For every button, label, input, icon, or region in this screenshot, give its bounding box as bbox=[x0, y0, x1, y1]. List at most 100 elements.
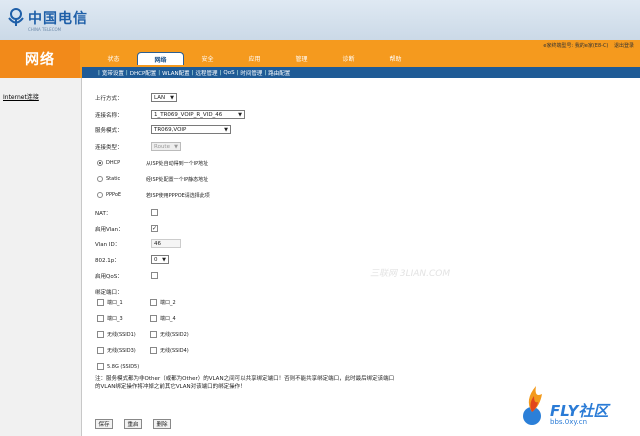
section-title: 网络 bbox=[0, 40, 80, 78]
mode-static-row: Static 经ISP处配置一个IP静态地址 bbox=[97, 174, 208, 184]
qos-row: 启用QoS： bbox=[95, 270, 158, 281]
port-3-item: 端口_3 bbox=[97, 315, 123, 322]
dot1p-select[interactable]: 0 ▼ bbox=[151, 255, 169, 264]
subnav-wlan[interactable]: WLAN配置 bbox=[162, 69, 190, 77]
port-4-checkbox[interactable] bbox=[150, 315, 157, 322]
china-telecom-logo-icon bbox=[8, 8, 24, 26]
port-2-checkbox[interactable] bbox=[150, 299, 157, 306]
center-watermark: 三联网 3LIAN.COM bbox=[370, 269, 451, 279]
service-select[interactable]: TR069,VOIP ▼ bbox=[151, 125, 231, 134]
reboot-button[interactable]: 重启 bbox=[124, 419, 142, 429]
qos-checkbox[interactable] bbox=[151, 272, 158, 279]
ssid4-checkbox[interactable] bbox=[150, 347, 157, 354]
pppoe-desc: 若ISP使用PPPOE请选择此项 bbox=[146, 192, 210, 199]
port-4-item: 端口_4 bbox=[150, 315, 176, 322]
corner-watermark: FLY社区 bbs.0xy.cn bbox=[510, 370, 635, 432]
conn-type-select: Route ▼ bbox=[151, 142, 181, 151]
flame-icon bbox=[523, 386, 542, 425]
sidebar-item-internet[interactable]: Internet连接 bbox=[3, 92, 39, 101]
tab-help[interactable]: 帮助 bbox=[372, 52, 419, 65]
static-label: Static bbox=[106, 176, 121, 182]
sub-navigation: | 宽带设置 | DHCP配置 | WLAN配置 | 远程管理 | QoS | … bbox=[82, 67, 640, 78]
dhcp-radio[interactable] bbox=[97, 160, 103, 166]
chevron-down-icon: ▼ bbox=[162, 257, 166, 263]
ssid1-item: 无线(SSID1) bbox=[97, 331, 136, 338]
ssid1-checkbox[interactable] bbox=[97, 331, 104, 338]
tab-application[interactable]: 应用 bbox=[231, 52, 278, 65]
ssid3-checkbox[interactable] bbox=[97, 347, 104, 354]
action-buttons: 保存 重启 删除 bbox=[95, 419, 171, 429]
port-3-checkbox[interactable] bbox=[97, 315, 104, 322]
service-label: 服务模式： bbox=[95, 127, 123, 134]
vlan-enable-checkbox[interactable]: ✓ bbox=[151, 225, 158, 232]
binding-note: 注：服务模式都为非Other（或都为Other）的VLAN之间可以共享绑定端口！… bbox=[95, 376, 395, 390]
conn-name-row: 连接名称： 1_TR069_VOIP_R_VID_46 ▼ bbox=[95, 109, 245, 120]
uplink-select[interactable]: LAN ▼ bbox=[151, 93, 177, 102]
subnav-routing[interactable]: 路由配置 bbox=[268, 69, 290, 77]
corner-watermark-url: bbs.0xy.cn bbox=[550, 418, 588, 426]
subnav-broadband[interactable]: 宽带设置 bbox=[102, 69, 124, 77]
dot1p-row: 802.1p： 0 ▼ bbox=[95, 254, 169, 265]
logo-subtext: CHINA TELECOM bbox=[28, 27, 62, 32]
pppoe-radio[interactable] bbox=[97, 192, 103, 198]
save-button[interactable]: 保存 bbox=[95, 419, 113, 429]
logout-link[interactable]: 退出登录 bbox=[614, 43, 634, 49]
subnav-qos[interactable]: QoS bbox=[223, 70, 234, 76]
user-info: e家终端型号: 我的e家(E8-C) 退出登录 bbox=[543, 42, 634, 49]
logo: 中国电信 CHINA TELECOM bbox=[6, 5, 88, 35]
bind-ports-row: 绑定端口： bbox=[95, 286, 151, 297]
tab-security[interactable]: 安全 bbox=[184, 52, 231, 65]
uplink-label: 上行方式： bbox=[95, 95, 123, 102]
conn-type-row: 连接类型： Route ▼ bbox=[95, 141, 181, 152]
chevron-down-icon: ▼ bbox=[170, 95, 174, 101]
nat-checkbox[interactable] bbox=[151, 209, 158, 216]
service-row: 服务模式： TR069,VOIP ▼ bbox=[95, 124, 231, 135]
subnav-remote[interactable]: 远程管理 bbox=[196, 69, 218, 77]
ssid3-item: 无线(SSID3) bbox=[97, 347, 136, 354]
mode-pppoe-row: PPPoE 若ISP使用PPPOE请选择此项 bbox=[97, 190, 210, 200]
logo-text: 中国电信 bbox=[28, 11, 88, 27]
ssid5-item: 5.8G (SSID5) bbox=[97, 363, 139, 370]
left-sidebar: Internet连接 bbox=[0, 78, 82, 436]
mode-dhcp-row: DHCP 从ISP处自动得到一个IP地址 bbox=[97, 158, 208, 168]
bind-ports-label: 绑定端口： bbox=[95, 289, 123, 296]
tab-network[interactable]: 网络 bbox=[137, 52, 184, 65]
nat-label: NAT： bbox=[95, 210, 112, 217]
tab-status[interactable]: 状态 bbox=[90, 52, 137, 65]
vlan-id-row: Vlan ID： 46 bbox=[95, 238, 181, 249]
ssid2-checkbox[interactable] bbox=[150, 331, 157, 338]
tab-diagnostics[interactable]: 诊断 bbox=[325, 52, 372, 65]
dhcp-desc: 从ISP处自动得到一个IP地址 bbox=[146, 160, 209, 167]
dhcp-label: DHCP bbox=[106, 160, 121, 166]
device-model: e家终端型号: 我的e家(E8-C) bbox=[543, 43, 609, 49]
ssid2-item: 无线(SSID2) bbox=[150, 331, 189, 338]
dot1p-label: 802.1p： bbox=[95, 257, 120, 264]
main-tabs: 状态 网络 安全 应用 管理 诊断 帮助 bbox=[90, 52, 419, 65]
vlan-id-field[interactable]: 46 bbox=[151, 239, 181, 248]
ssid4-item: 无线(SSID4) bbox=[150, 347, 189, 354]
uplink-row: 上行方式： LAN ▼ bbox=[95, 92, 177, 103]
conn-name-select[interactable]: 1_TR069_VOIP_R_VID_46 ▼ bbox=[151, 110, 245, 119]
nat-row: NAT： bbox=[95, 207, 158, 218]
vlan-enable-row: 启用Vlan： ✓ bbox=[95, 223, 158, 234]
conn-name-label: 连接名称： bbox=[95, 112, 123, 119]
pppoe-label: PPPoE bbox=[106, 192, 122, 198]
chevron-down-icon: ▼ bbox=[174, 144, 178, 150]
top-banner: 中国电信 CHINA TELECOM bbox=[0, 0, 640, 40]
port-1-checkbox[interactable] bbox=[97, 299, 104, 306]
port-1-item: 端口_1 bbox=[97, 299, 123, 306]
qos-label: 启用QoS： bbox=[95, 273, 123, 280]
vlan-id-label: Vlan ID： bbox=[95, 241, 121, 248]
vlan-enable-label: 启用Vlan： bbox=[95, 226, 124, 233]
subnav-time[interactable]: 时间管理 bbox=[240, 69, 262, 77]
tab-management[interactable]: 管理 bbox=[278, 52, 325, 65]
port-2-item: 端口_2 bbox=[150, 299, 176, 306]
chevron-down-icon: ▼ bbox=[224, 127, 228, 133]
delete-button[interactable]: 删除 bbox=[153, 419, 171, 429]
chevron-down-icon: ▼ bbox=[238, 112, 242, 118]
subnav-dhcp[interactable]: DHCP配置 bbox=[130, 69, 157, 77]
static-desc: 经ISP处配置一个IP静态地址 bbox=[146, 176, 209, 183]
conn-type-label: 连接类型： bbox=[95, 144, 123, 151]
static-radio[interactable] bbox=[97, 176, 103, 182]
ssid5-checkbox[interactable] bbox=[97, 363, 104, 370]
